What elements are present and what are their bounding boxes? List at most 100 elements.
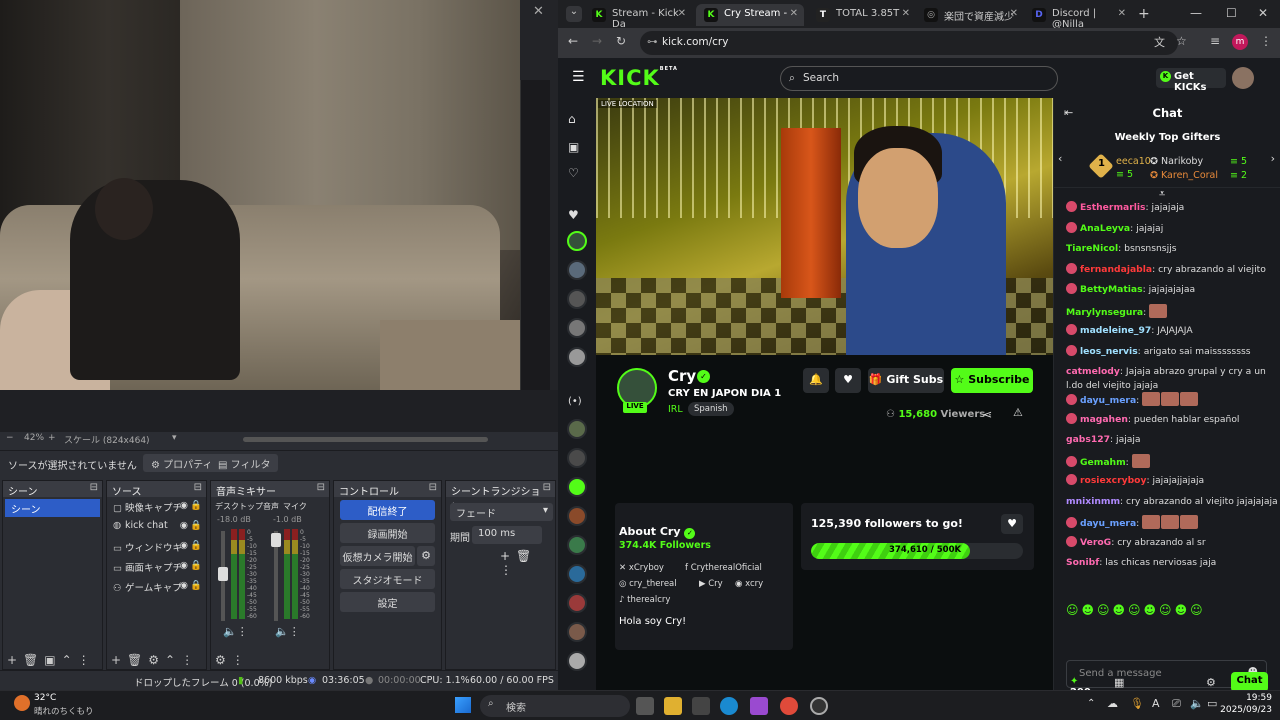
social-link[interactable]: ◉ xcry [735,579,763,589]
chat-username[interactable]: TiareNicol [1066,243,1118,254]
followed-channel-avatar[interactable] [567,231,587,251]
chevron-left-icon[interactable]: ‹ [1058,152,1062,165]
minimize-button[interactable]: — [1190,6,1202,20]
translate-icon[interactable]: ⽂ [1154,34,1165,50]
maximize-button[interactable]: ☐ [1226,6,1237,20]
clock-time[interactable]: 19:59 [1220,693,1272,703]
video-player[interactable]: LIVE LOCATION [596,98,1053,355]
bell-icon[interactable]: 🔔 [803,368,829,393]
report-icon[interactable]: ⚠ [1013,406,1023,419]
chat-username[interactable]: Marylynsegura [1066,307,1143,318]
tab-close-icon[interactable]: ✕ [790,8,798,19]
settings-button[interactable]: 設定 [340,592,435,612]
lock-icon[interactable]: 🔒 [190,540,202,551]
forward-icon[interactable]: → [592,34,602,48]
back-icon[interactable]: ← [568,34,578,48]
gift-subs-button[interactable]: 🎁 Gift Subs [868,368,944,393]
site-info-icon[interactable]: ⊶ [647,36,658,48]
virtual-camera-button[interactable]: 仮想カメラ開始 [340,546,415,566]
preview-scrollbar[interactable] [243,437,488,442]
eye-icon[interactable]: ◉ [180,560,188,571]
chat-username[interactable]: magahen [1080,414,1128,425]
subscribe-button[interactable]: ☆ Subscribe [951,368,1033,393]
browse-icon[interactable]: ▣ [568,140,579,154]
chat-username[interactable]: fernandajabla [1080,264,1152,275]
chevron-right-icon[interactable]: › [1271,152,1275,165]
eye-icon[interactable]: ◉ [180,540,188,551]
chat-username[interactable]: gabs127 [1066,434,1110,445]
lock-icon[interactable]: 🔒 [190,580,202,591]
browser-tab[interactable]: ◎ 楽団で資産減少 ✕ [916,4,1024,26]
duration-input[interactable]: 100 ms [472,526,542,544]
source-item[interactable]: ▭ 画面キャプチ ◉ 🔒 [107,557,206,577]
eye-icon[interactable]: ◉ [180,580,188,591]
social-link[interactable]: ✕ xCryboy [619,563,664,573]
menu-icon[interactable]: ⊟ [90,482,98,493]
followed-channel-avatar[interactable] [567,289,587,309]
studio-mode-button[interactable]: スタジオモード [340,569,435,589]
source-item[interactable]: ▢ 映像キャプチ ◉ 🔒 [107,497,206,517]
search-input[interactable]: ⌕ Search [780,66,1058,91]
tab-close-icon[interactable]: ✕ [1010,8,1018,19]
hamburger-menu-icon[interactable]: ☰ [572,69,585,85]
share-icon[interactable]: ⋖ [983,408,992,421]
clock-date[interactable]: 2025/09/23 [1208,705,1272,715]
properties-button[interactable]: ⚙ プロパティ [143,454,221,472]
speaker-icon[interactable]: 🔈⋮ [223,625,248,638]
browser-tab[interactable]: K Cry Stream - ✕ [696,4,804,26]
close-icon[interactable]: ✕ [533,4,544,19]
tab-close-icon[interactable]: ✕ [902,8,910,19]
chat-username[interactable]: catmelody [1066,366,1120,377]
chat-username[interactable]: mnixinmm [1066,496,1120,507]
recommended-channel-avatar[interactable] [567,506,587,526]
scene-actions[interactable]: +🗑▣⌃⋮ [7,653,96,667]
store-icon[interactable] [692,697,710,715]
new-tab-button[interactable]: + [1138,6,1150,22]
chat-username[interactable]: rosiexcryboy [1080,475,1146,486]
stop-stream-button[interactable]: 配信終了 [340,500,435,520]
browser-tab[interactable]: K Stream - Kick Da ✕ [584,4,692,30]
obs-icon[interactable] [810,697,828,715]
chat-username[interactable]: BettyMatias [1080,284,1143,295]
tab-close-icon[interactable]: ✕ [1118,8,1126,19]
reload-icon[interactable]: ↻ [616,34,626,48]
gifter-name[interactable]: eeca10 [1116,156,1151,167]
followed-channel-avatar[interactable] [567,260,587,280]
volume-icon[interactable]: 🔈 [1190,697,1204,710]
following-heart-icon[interactable]: ♡ [568,166,579,180]
chat-username[interactable]: dayu_mera [1080,518,1136,529]
profile-avatar[interactable]: m [1232,34,1248,50]
source-item[interactable]: ◍ kick chat ◉ 🔒 [107,517,206,537]
emote-bar[interactable]: ☺☻☺☻☺☻☺☻☺ [1066,603,1266,619]
file-explorer-icon[interactable] [664,697,682,715]
lock-icon[interactable]: 🔒 [190,500,202,511]
taskbar-search[interactable]: ⌕ 検索 [480,695,630,717]
chat-username[interactable]: madeleine_97 [1080,325,1151,336]
menu-icon[interactable]: ⊟ [317,482,325,493]
chat-username[interactable]: Gemahm [1080,457,1126,468]
zoom-out-button[interactable]: − [6,433,14,443]
recommended-channel-avatar[interactable] [567,448,587,468]
zoom-in-button[interactable]: + [48,433,56,443]
menu-icon[interactable]: ⊟ [429,482,437,493]
gear-icon[interactable]: ⚙ [1206,676,1216,689]
copilot-icon[interactable] [750,697,768,715]
tray-chevron-icon[interactable]: ⌃ [1087,698,1095,709]
eye-icon[interactable]: ◉ [180,500,188,511]
windows-start-icon[interactable] [455,697,471,713]
lock-icon[interactable]: 🔒 [190,520,202,531]
mixer-actions[interactable]: ⚙⋮ [215,653,250,667]
transition-actions[interactable]: +🗑⋮ [500,549,555,577]
start-recording-button[interactable]: 録画開始 [340,523,435,543]
lock-icon[interactable]: 🔒 [190,560,202,571]
tab-search-button[interactable]: ⌄ [566,6,582,22]
social-link[interactable]: f CrytherealOficial [685,563,762,573]
follow-heart-icon[interactable]: ♥ [835,368,861,393]
desktop-fader[interactable] [218,567,228,581]
followed-channel-avatar[interactable] [567,318,587,338]
followed-channel-avatar[interactable] [567,347,587,367]
transition-select[interactable]: フェード ▾ [450,503,553,521]
bookmark-star-icon[interactable]: ☆ [1176,34,1187,48]
social-link[interactable]: ▶ Cry [699,579,723,589]
menu-dots-icon[interactable]: ⋮ [1260,34,1272,48]
